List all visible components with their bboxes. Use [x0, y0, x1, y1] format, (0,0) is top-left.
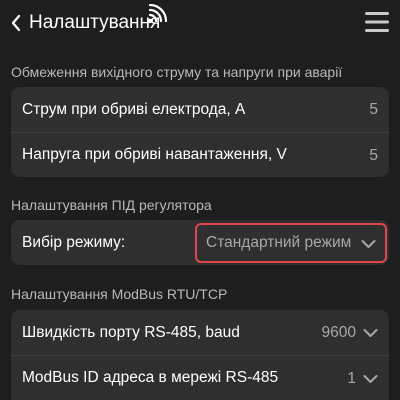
row-value: 1: [347, 369, 356, 387]
hamburger-menu-icon[interactable]: [364, 10, 390, 34]
wifi-icon: [147, 4, 168, 24]
section-label-pid: Налаштування ПІД регулятора: [11, 197, 212, 213]
mode-label: Вибір режиму:: [22, 233, 126, 251]
modbus-id-row[interactable]: ModBus ID адреса в мережі RS-485 1: [11, 355, 389, 400]
mode-select[interactable]: Стандартний режим: [195, 223, 387, 263]
mode-select-value: Стандартний режим: [206, 234, 352, 251]
chevron-down-icon: [363, 328, 378, 337]
row-label: Швидкість порту RS-485, baud: [22, 323, 240, 341]
row-label: Струм при обриві електрода, А: [22, 100, 246, 118]
page-title: Налаштування: [29, 12, 161, 33]
chevron-left-icon: [11, 14, 21, 32]
baud-rate-select[interactable]: 9600: [322, 310, 378, 355]
row-value: 9600: [321, 323, 356, 341]
modbus-id-select[interactable]: 1: [347, 356, 378, 400]
modbus-card: Швидкість порту RS-485, baud 9600 ModBus…: [11, 310, 389, 400]
back-button[interactable]: Налаштування: [10, 10, 160, 36]
settings-screen: Налаштування Обмеження вихідного струму …: [0, 0, 400, 400]
header: Налаштування: [0, 0, 400, 46]
chevron-down-icon: [363, 374, 378, 383]
section-label-limits: Обмеження вихідного струму та напруги пр…: [11, 64, 343, 80]
row-label: Напруга при обриві навантаження, V: [22, 146, 287, 163]
load-voltage-row[interactable]: Напруга при обриві навантаження, V 5: [11, 132, 389, 177]
section-label-modbus: Налаштування ModBus RTU/TCP: [11, 286, 228, 302]
row-value: 5: [369, 146, 378, 164]
electrode-current-row[interactable]: Струм при обриві електрода, А 5: [11, 87, 389, 132]
row-label: ModBus ID адреса в мережі RS-485: [22, 369, 279, 386]
limits-card: Струм при обриві електрода, А 5 Напруга …: [11, 87, 389, 177]
chevron-down-icon: [361, 240, 376, 248]
baud-rate-row[interactable]: Швидкість порту RS-485, baud 9600: [11, 310, 389, 355]
row-value: 5: [369, 100, 378, 118]
